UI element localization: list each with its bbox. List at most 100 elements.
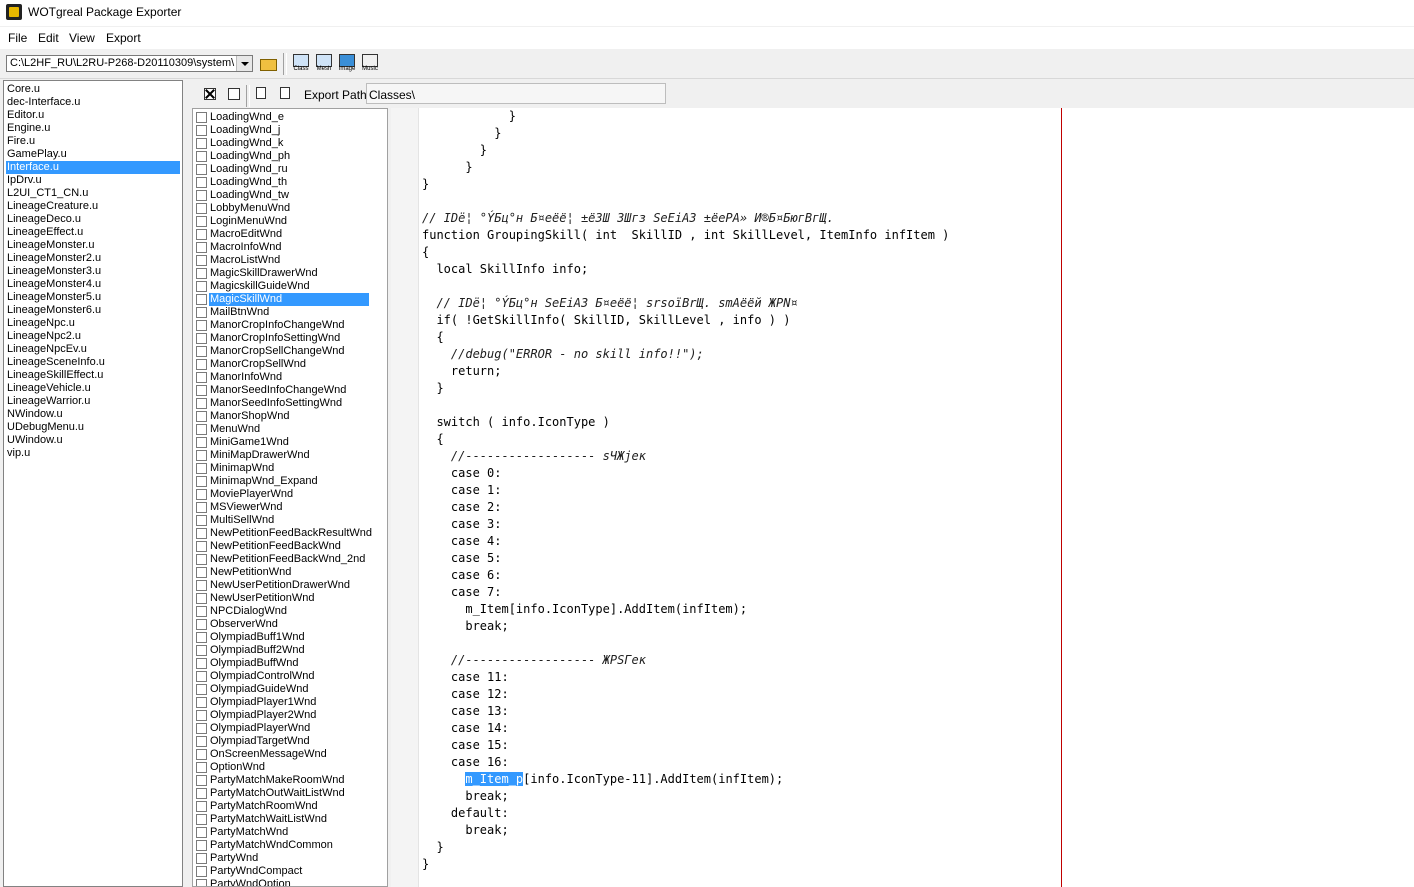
path-combo[interactable]: C:\L2HF_RU\L2RU-P268-D20110309\system\ (6, 55, 253, 72)
class-checkbox[interactable] (196, 541, 207, 552)
class-item[interactable]: LoadingWnd_j (194, 124, 371, 137)
package-item[interactable]: IpDrv.u (6, 174, 180, 187)
class-item[interactable]: OptionWnd (194, 761, 371, 774)
class-checkbox[interactable] (196, 281, 207, 292)
class-item[interactable]: ObserverWnd (194, 618, 371, 631)
package-item[interactable]: Interface.u (6, 161, 180, 174)
class-item[interactable]: PartyWndOption (194, 878, 371, 886)
class-checkbox[interactable] (196, 515, 207, 526)
package-item[interactable]: LineageMonster.u (6, 239, 180, 252)
package-item[interactable]: NWindow.u (6, 408, 180, 421)
package-item[interactable]: LineageMonster3.u (6, 265, 180, 278)
export-path-field[interactable]: Classes\ (366, 83, 666, 104)
class-checkbox[interactable] (196, 528, 207, 539)
class-item[interactable]: NewPetitionFeedBackWnd (194, 540, 371, 553)
class-button[interactable]: Class (290, 53, 312, 75)
class-item[interactable]: ManorSeedInfoChangeWnd (194, 384, 371, 397)
class-item[interactable]: NewUserPetitionDrawerWnd (194, 579, 371, 592)
class-item[interactable]: OlympiadGuideWnd (194, 683, 371, 696)
package-item[interactable]: LineageMonster6.u (6, 304, 180, 317)
class-checkbox[interactable] (196, 294, 207, 305)
class-checkbox[interactable] (196, 853, 207, 864)
package-item[interactable]: LineageCreature.u (6, 200, 180, 213)
class-item[interactable]: MinimapWnd (194, 462, 371, 475)
class-item[interactable]: PartyMatchWaitListWnd (194, 813, 371, 826)
class-checkbox[interactable] (196, 190, 207, 201)
class-item[interactable]: NewPetitionFeedBackResultWnd (194, 527, 372, 540)
package-item[interactable]: LineageNpcEv.u (6, 343, 180, 356)
class-checkbox[interactable] (196, 879, 207, 886)
class-item[interactable]: OlympiadTargetWnd (194, 735, 371, 748)
class-item[interactable]: NewPetitionWnd (194, 566, 371, 579)
class-item[interactable]: LobbyMenuWnd (194, 202, 371, 215)
class-checkbox[interactable] (196, 619, 207, 630)
class-item[interactable]: MSViewerWnd (194, 501, 371, 514)
export-all-button[interactable] (276, 86, 298, 102)
class-checkbox[interactable] (196, 788, 207, 799)
package-item[interactable]: LineageMonster4.u (6, 278, 180, 291)
class-item[interactable]: ManorCropInfoChangeWnd (194, 319, 371, 332)
package-item[interactable]: GamePlay.u (6, 148, 180, 161)
class-item[interactable]: LoginMenuWnd (194, 215, 371, 228)
class-checkbox[interactable] (196, 502, 207, 513)
class-checkbox[interactable] (196, 645, 207, 656)
class-checkbox[interactable] (196, 255, 207, 266)
class-item[interactable]: MacroListWnd (194, 254, 371, 267)
class-checkbox[interactable] (196, 775, 207, 786)
class-item[interactable]: OlympiadBuff2Wnd (194, 644, 371, 657)
class-checkbox[interactable] (196, 567, 207, 578)
package-item[interactable]: LineageNpc.u (6, 317, 180, 330)
open-folder-button[interactable] (257, 53, 279, 75)
class-checkbox[interactable] (196, 424, 207, 435)
class-checkbox[interactable] (196, 125, 207, 136)
class-item[interactable]: LoadingWnd_ph (194, 150, 371, 163)
class-checkbox[interactable] (196, 307, 207, 318)
class-checkbox[interactable] (196, 801, 207, 812)
package-item[interactable]: UDebugMenu.u (6, 421, 180, 434)
class-item[interactable]: MacroInfoWnd (194, 241, 371, 254)
class-checkbox[interactable] (196, 398, 207, 409)
class-item[interactable]: NewUserPetitionWnd (194, 592, 371, 605)
class-item[interactable]: OlympiadPlayerWnd (194, 722, 371, 735)
class-item[interactable]: MiniGame1Wnd (194, 436, 371, 449)
class-item[interactable]: PartyWnd (194, 852, 371, 865)
class-checkbox[interactable] (196, 320, 207, 331)
class-checkbox[interactable] (196, 359, 207, 370)
class-checkbox[interactable] (196, 151, 207, 162)
class-checkbox[interactable] (196, 593, 207, 604)
class-item[interactable]: NPCDialogWnd (194, 605, 371, 618)
class-item[interactable]: NewPetitionFeedBackWnd_2nd (194, 553, 371, 566)
package-item[interactable]: LineageDeco.u (6, 213, 180, 226)
class-list[interactable]: LoadingWnd_e LoadingWnd_j LoadingWnd_k Load… (192, 108, 388, 887)
chevron-down-icon[interactable] (236, 56, 252, 71)
menu-view[interactable]: View (69, 31, 95, 45)
class-checkbox[interactable] (196, 463, 207, 474)
class-checkbox[interactable] (196, 164, 207, 175)
package-item[interactable]: LineageNpc2.u (6, 330, 180, 343)
class-checkbox[interactable] (196, 437, 207, 448)
package-item[interactable]: LineageMonster2.u (6, 252, 180, 265)
class-checkbox[interactable] (196, 658, 207, 669)
code-editor[interactable]: } } } }} // IDë¦ °ÝБц°н Б¤еёё¦ ±ёЗШ ЗШгз … (391, 108, 1414, 887)
package-item[interactable]: Fire.u (6, 135, 180, 148)
music-button[interactable]: Music (359, 53, 381, 75)
class-item[interactable]: LoadingWnd_ru (194, 163, 371, 176)
class-checkbox[interactable] (196, 606, 207, 617)
class-checkbox[interactable] (196, 736, 207, 747)
class-checkbox[interactable] (196, 268, 207, 279)
package-item[interactable]: Core.u (6, 83, 180, 96)
class-checkbox[interactable] (196, 671, 207, 682)
class-checkbox[interactable] (196, 476, 207, 487)
class-checkbox[interactable] (196, 489, 207, 500)
menu-export[interactable]: Export (106, 31, 141, 45)
class-checkbox[interactable] (196, 632, 207, 643)
class-item[interactable]: LoadingWnd_e (194, 111, 371, 124)
package-item[interactable]: L2UI_CT1_CN.u (6, 187, 180, 200)
class-item[interactable]: MultiSellWnd (194, 514, 371, 527)
class-item[interactable]: MenuWnd (194, 423, 371, 436)
class-item[interactable]: OlympiadControlWnd (194, 670, 371, 683)
class-checkbox[interactable] (196, 840, 207, 851)
package-item[interactable]: Editor.u (6, 109, 180, 122)
class-checkbox[interactable] (196, 242, 207, 253)
class-checkbox[interactable] (196, 710, 207, 721)
